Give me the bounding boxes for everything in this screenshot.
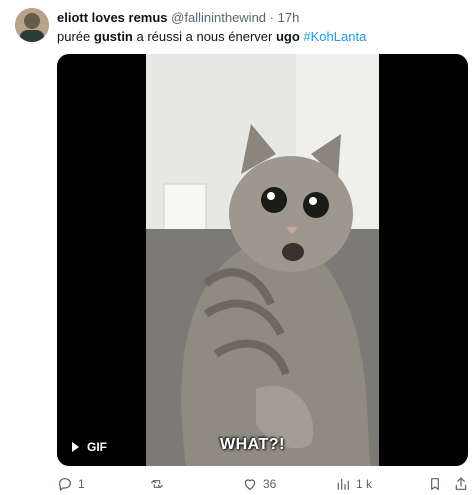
reply-button[interactable]: 1 (57, 476, 85, 492)
separator-dot: · (269, 10, 274, 25)
avatar-image (15, 8, 49, 42)
bookmark-button[interactable] (427, 476, 443, 492)
tweet-header: eliott loves remus @fallininthewind · 17… (57, 9, 299, 26)
gif-caption: WHAT?! (220, 436, 285, 453)
play-icon[interactable] (72, 442, 79, 452)
reply-count: 1 (78, 477, 85, 491)
reply-icon (59, 478, 71, 491)
tweet[interactable]: eliott loves remus @fallininthewind · 17… (0, 0, 474, 495)
action-bar: 1 36 1 k (57, 476, 467, 494)
post-time[interactable]: 17h (278, 10, 300, 25)
like-button[interactable]: 36 (242, 476, 276, 492)
views-button[interactable]: 1 k (335, 476, 372, 492)
author-name[interactable]: eliott loves remus (57, 10, 168, 25)
gif-media[interactable]: GIF WHAT?! (57, 54, 468, 466)
hashtag-link[interactable]: #KohLanta (303, 29, 366, 44)
author-handle[interactable]: @fallininthewind (171, 10, 266, 25)
text-part: a réussi a nous énerver (132, 29, 276, 44)
gif-label: GIF (87, 440, 107, 454)
repost-button[interactable] (149, 476, 170, 492)
views-icon (337, 478, 349, 490)
avatar[interactable] (15, 8, 49, 42)
bookmark-icon (431, 478, 439, 490)
share-button[interactable] (453, 476, 469, 492)
tweet-text: purée gustin a réussi a nous énerver ugo… (57, 28, 366, 45)
gif-badge[interactable]: GIF (65, 436, 114, 458)
share-icon (455, 477, 467, 490)
text-part: purée (57, 29, 94, 44)
text-bold-gustin: gustin (93, 29, 133, 44)
views-count: 1 k (356, 477, 373, 491)
text-bold-ugo: ugo (275, 29, 300, 44)
heart-icon (244, 479, 256, 490)
repost-icon (151, 480, 163, 488)
like-count: 36 (263, 477, 277, 491)
cat-gif-frame (146, 54, 379, 466)
